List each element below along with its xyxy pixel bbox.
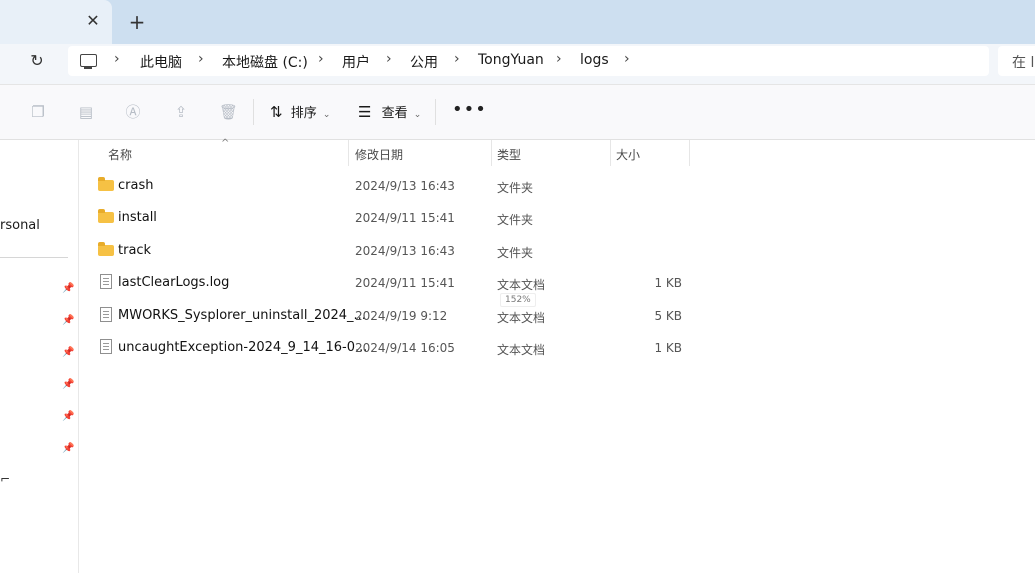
chevron-right-icon[interactable]: › (114, 51, 120, 67)
chevron-right-icon[interactable]: › (198, 51, 204, 67)
text-document-icon (100, 307, 112, 322)
active-tab[interactable]: ✕ (0, 0, 112, 44)
address-bar-row: ↻ › 此电脑 › 本地磁盘 (C:) › 用户 › 公用 › TongYuan… (0, 44, 1035, 84)
folder-icon (98, 209, 114, 223)
table-row[interactable]: crash 2024/9/13 16:43 文件夹 (78, 170, 690, 202)
pin-icon[interactable]: 📌 (62, 348, 74, 358)
search-box[interactable]: 在 l (998, 46, 1035, 76)
toolbar-separator (435, 99, 436, 125)
column-header-date[interactable]: 修改日期 (355, 146, 403, 163)
rename-icon[interactable]: Ⓐ (124, 103, 142, 121)
nav-item-personal[interactable]: rsonal (0, 218, 40, 233)
file-type: 文件夹 (497, 181, 534, 195)
table-row[interactable]: uncaughtException-2024_9_14_16-0... 2024… (78, 332, 690, 364)
table-row[interactable]: track 2024/9/13 16:43 文件夹 (78, 235, 690, 267)
delete-icon[interactable]: 🗑 (219, 103, 238, 121)
pin-icon[interactable]: 📌 (62, 412, 74, 422)
file-type: 文件夹 (497, 246, 534, 260)
new-tab-icon[interactable]: + (127, 12, 147, 32)
column-header-size[interactable]: 大小 (616, 146, 640, 163)
file-name: lastClearLogs.log (118, 275, 230, 290)
file-date: 2024/9/13 16:43 (355, 244, 455, 258)
navigation-pane: rsonal 📌 📌 📌 📌 📌 📌 (0, 140, 79, 573)
view-button[interactable]: ☰ 查看 ⌄ (358, 102, 421, 122)
breadcrumb-public[interactable]: 公用 (410, 52, 438, 72)
file-date: 2024/9/19 9:12 (355, 309, 448, 323)
chevron-right-icon[interactable]: › (386, 51, 392, 67)
close-tab-icon[interactable]: ✕ (84, 12, 102, 30)
title-bar: ✕ + (0, 0, 1035, 44)
pin-icon[interactable]: 📌 (62, 444, 74, 454)
chevron-right-icon[interactable]: › (318, 51, 324, 67)
file-date: 2024/9/11 15:41 (355, 276, 455, 290)
folder-icon (98, 242, 114, 256)
pin-icon[interactable]: 📌 (62, 284, 74, 294)
pin-icon[interactable]: 📌 (62, 380, 74, 390)
file-size: 5 KB (654, 309, 682, 323)
file-name: crash (118, 178, 154, 193)
share-icon[interactable]: ⇪ (172, 103, 190, 121)
sort-icon: ⇅ (270, 103, 283, 121)
table-row[interactable]: lastClearLogs.log 2024/9/11 15:41 文本文档 1… (78, 267, 690, 299)
text-document-icon (100, 339, 112, 354)
column-header-type[interactable]: 类型 (497, 146, 521, 163)
breadcrumb-tongyuan[interactable]: TongYuan (478, 52, 544, 68)
file-date: 2024/9/13 16:43 (355, 179, 455, 193)
text-document-icon (100, 274, 112, 289)
address-bar[interactable]: › 此电脑 › 本地磁盘 (C:) › 用户 › 公用 › TongYuan ›… (68, 46, 989, 76)
chevron-down-icon: ⌄ (322, 110, 331, 120)
pin-icon[interactable]: 📌 (62, 316, 74, 326)
this-pc-icon-stand (84, 67, 92, 69)
file-size: 1 KB (654, 341, 682, 355)
refresh-icon[interactable]: ↻ (27, 51, 47, 71)
file-name: track (118, 243, 152, 258)
column-separator[interactable] (610, 140, 611, 166)
more-options-icon[interactable]: ••• (452, 100, 487, 120)
file-type: 文本文档 (497, 278, 546, 292)
column-separator[interactable] (491, 140, 492, 166)
file-name: MWORKS_Sysplorer_uninstall_2024_... (118, 308, 366, 323)
nav-item-partial[interactable]: ⌐ (0, 472, 10, 486)
this-pc-icon[interactable] (80, 54, 97, 67)
column-header-row: 名称 修改日期 类型 大小 (78, 140, 690, 166)
nav-divider (0, 257, 68, 258)
table-row[interactable]: MWORKS_Sysplorer_uninstall_2024_... 2024… (78, 300, 690, 332)
paste-icon[interactable]: ▤ (77, 103, 95, 121)
table-row[interactable]: install 2024/9/11 15:41 文件夹 (78, 202, 690, 234)
sort-button[interactable]: ⇅ 排序 ⌄ (270, 102, 330, 122)
view-label: 查看 (381, 106, 408, 121)
file-size: 1 KB (654, 276, 682, 290)
folder-icon (98, 177, 114, 191)
copy-icon[interactable]: ❐ (29, 103, 47, 121)
file-name: uncaughtException-2024_9_14_16-0... (118, 340, 368, 355)
column-separator[interactable] (348, 140, 349, 166)
file-date: 2024/9/11 15:41 (355, 211, 455, 225)
file-type: 文本文档 (497, 343, 546, 357)
chevron-down-icon: ⌄ (413, 110, 422, 120)
file-date: 2024/9/14 16:05 (355, 341, 455, 355)
breadcrumb-local-disk[interactable]: 本地磁盘 (C:) (222, 52, 308, 72)
sort-label: 排序 (290, 106, 317, 121)
column-header-name[interactable]: 名称 (108, 146, 132, 163)
command-bar: ❐ ▤ Ⓐ ⇪ 🗑 ⇅ 排序 ⌄ ☰ 查看 ⌄ ••• (0, 85, 1035, 140)
breadcrumb-this-pc[interactable]: 此电脑 (140, 52, 182, 72)
file-type: 文本文档 (497, 311, 546, 325)
chevron-right-icon[interactable]: › (454, 51, 460, 67)
chevron-right-icon[interactable]: › (624, 51, 630, 67)
chevron-right-icon[interactable]: › (556, 51, 562, 67)
breadcrumb-logs[interactable]: logs (580, 52, 609, 68)
column-separator[interactable] (689, 140, 690, 166)
search-placeholder: 在 l (1012, 55, 1035, 71)
file-type: 文件夹 (497, 213, 534, 227)
view-icon: ☰ (358, 103, 372, 121)
zoom-tooltip: 152% (500, 293, 536, 307)
breadcrumb-users[interactable]: 用户 (342, 52, 370, 72)
toolbar-separator (253, 99, 254, 125)
file-name: install (118, 210, 157, 225)
